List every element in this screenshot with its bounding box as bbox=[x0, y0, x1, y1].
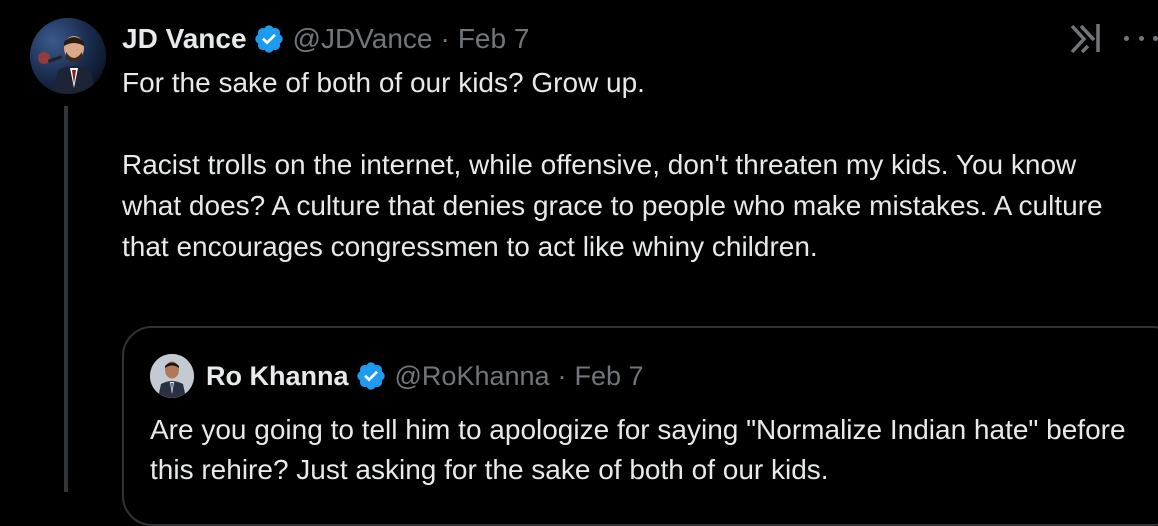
tweet[interactable]: JD Vance @JDVance · Feb 7 For the sake o… bbox=[0, 0, 1158, 526]
quoted-author-avatar[interactable] bbox=[150, 354, 194, 398]
more-dot bbox=[1153, 35, 1158, 41]
tweet-paragraph: Racist trolls on the internet, while off… bbox=[122, 149, 1103, 262]
quoted-author-name[interactable]: Ro Khanna bbox=[206, 361, 349, 392]
more-dot bbox=[1124, 35, 1129, 41]
quoted-tweet-text: Are you going to tell him to apologize f… bbox=[150, 414, 1126, 485]
author-name[interactable]: JD Vance bbox=[122, 23, 247, 55]
tweet-header: JD Vance @JDVance · Feb 7 bbox=[122, 20, 529, 58]
quoted-tweet-date[interactable]: Feb 7 bbox=[575, 361, 644, 392]
author-handle[interactable]: @JDVance bbox=[293, 23, 433, 55]
grok-icon[interactable] bbox=[1068, 22, 1104, 54]
quoted-tweet-header: Ro Khanna @RoKhanna · Feb 7 bbox=[206, 356, 644, 396]
tweet-text: For the sake of both of our kids? Grow u… bbox=[122, 62, 1132, 267]
quoted-tweet[interactable]: Ro Khanna @RoKhanna · Feb 7 Are you goin… bbox=[122, 326, 1158, 526]
separator-dot: · bbox=[440, 23, 450, 54]
quoted-avatar-photo-icon bbox=[150, 354, 194, 398]
verified-badge-icon[interactable] bbox=[355, 360, 387, 392]
author-avatar[interactable] bbox=[30, 18, 106, 94]
quoted-author-handle[interactable]: @RoKhanna bbox=[395, 361, 550, 392]
more-dot bbox=[1138, 35, 1144, 41]
tweet-date[interactable]: Feb 7 bbox=[458, 23, 530, 55]
separator-dot: · bbox=[557, 360, 567, 391]
verified-badge-icon[interactable] bbox=[253, 23, 285, 55]
thread-line bbox=[64, 106, 68, 492]
tweet-paragraph: For the sake of both of our kids? Grow u… bbox=[122, 67, 645, 98]
avatar-photo-icon bbox=[30, 18, 106, 94]
more-icon[interactable] bbox=[1124, 24, 1158, 52]
